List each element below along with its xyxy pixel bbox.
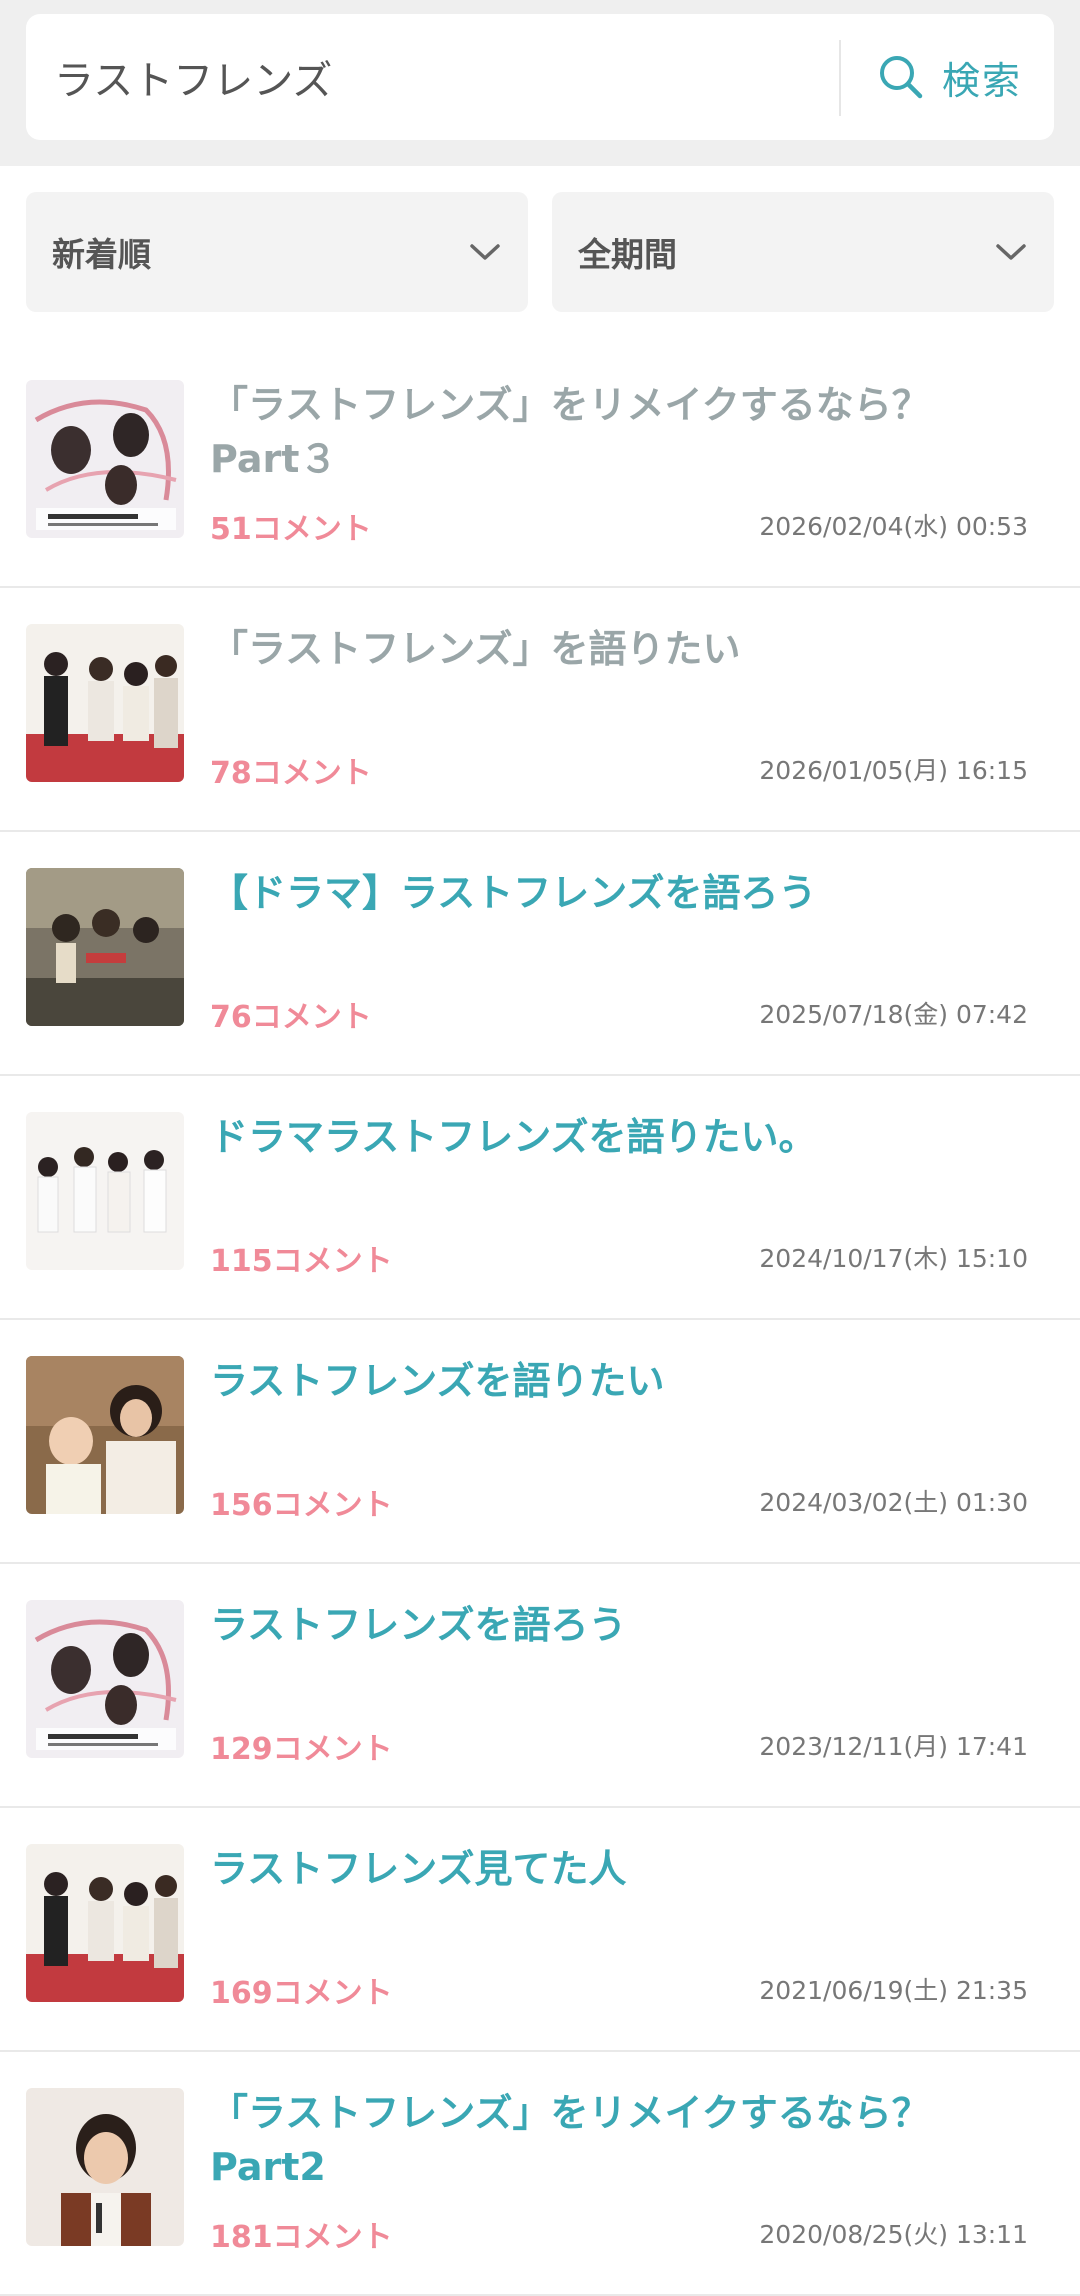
comment-count: 129コメント [210, 1732, 393, 1767]
topic-date: 2023/12/11(月) 17:41 [759, 1732, 1028, 1761]
topic-title[interactable]: 「ラストフレンズ」をリメイクするなら？Part３ [210, 378, 1010, 486]
topic-date: 2020/08/25(火) 13:11 [759, 2220, 1028, 2249]
search-box: 検索 [26, 14, 1054, 140]
topic-date: 2021/06/19(土) 21:35 [759, 1976, 1028, 2005]
chevron-down-icon [470, 244, 500, 260]
topic-thumbnail [26, 1600, 184, 1758]
comment-count: 76コメント [210, 1000, 372, 1035]
sort-order-label: 新着順 [52, 235, 151, 274]
search-button[interactable]: 検索 [846, 14, 1054, 140]
comment-count: 181コメント [210, 2220, 393, 2255]
topic-title[interactable]: ラストフレンズを語りたい [210, 1354, 1010, 1408]
comment-count: 115コメント [210, 1244, 393, 1279]
topic-title[interactable]: ラストフレンズ見てた人 [210, 1842, 1010, 1896]
topic-thumbnail [26, 2088, 184, 2246]
topic-thumbnail [26, 1112, 184, 1270]
topic-date: 2026/01/05(月) 16:15 [759, 756, 1028, 785]
sort-order-dropdown[interactable]: 新着順 [26, 192, 528, 312]
topic-row[interactable]: 「ラストフレンズ」をリメイクするなら？Part2 181コメント 2020/08… [0, 2052, 1080, 2296]
search-divider [839, 40, 841, 116]
search-input[interactable] [54, 14, 834, 140]
topic-list: 「ラストフレンズ」をリメイクするなら？Part３ 51コメント 2026/02/… [0, 344, 1080, 2296]
topic-date: 2026/02/04(水) 00:53 [759, 512, 1028, 541]
topic-row[interactable]: 【ドラマ】ラストフレンズを語ろう 76コメント 2025/07/18(金) 07… [0, 832, 1080, 1076]
comment-count: 156コメント [210, 1488, 393, 1523]
topic-row[interactable]: 「ラストフレンズ」を語りたい 78コメント 2026/01/05(月) 16:1… [0, 588, 1080, 832]
topic-row[interactable]: 「ラストフレンズ」をリメイクするなら？Part３ 51コメント 2026/02/… [0, 344, 1080, 588]
topic-title[interactable]: 【ドラマ】ラストフレンズを語ろう [210, 866, 1010, 920]
search-bar-area: 検索 [0, 0, 1080, 166]
topic-thumbnail [26, 868, 184, 1026]
topic-row[interactable]: ラストフレンズ見てた人 169コメント 2021/06/19(土) 21:35 [0, 1808, 1080, 2052]
period-dropdown[interactable]: 全期間 [552, 192, 1054, 312]
topic-row[interactable]: ラストフレンズを語ろう 129コメント 2023/12/11(月) 17:41 [0, 1564, 1080, 1808]
topic-title[interactable]: ドラマラストフレンズを語りたい。 [210, 1110, 1010, 1164]
topic-thumbnail [26, 624, 184, 782]
topic-row[interactable]: ドラマラストフレンズを語りたい。 115コメント 2024/10/17(木) 1… [0, 1076, 1080, 1320]
search-icon [879, 56, 923, 99]
comment-count: 169コメント [210, 1976, 393, 2011]
topic-title[interactable]: ラストフレンズを語ろう [210, 1598, 1010, 1652]
comment-count: 78コメント [210, 756, 372, 791]
topic-thumbnail [26, 380, 184, 538]
topic-date: 2024/10/17(木) 15:10 [759, 1244, 1028, 1273]
topic-thumbnail [26, 1844, 184, 2002]
topic-date: 2025/07/18(金) 07:42 [759, 1000, 1028, 1029]
topic-title[interactable]: 「ラストフレンズ」を語りたい [210, 622, 1010, 676]
topic-thumbnail [26, 1356, 184, 1514]
topic-date: 2024/03/02(土) 01:30 [759, 1488, 1028, 1517]
topic-title[interactable]: 「ラストフレンズ」をリメイクするなら？Part2 [210, 2086, 1010, 2194]
topic-row[interactable]: ラストフレンズを語りたい 156コメント 2024/03/02(土) 01:30 [0, 1320, 1080, 1564]
comment-count: 51コメント [210, 512, 372, 547]
chevron-down-icon [996, 244, 1026, 260]
period-label: 全期間 [578, 235, 677, 274]
search-button-label: 検索 [941, 58, 1022, 103]
